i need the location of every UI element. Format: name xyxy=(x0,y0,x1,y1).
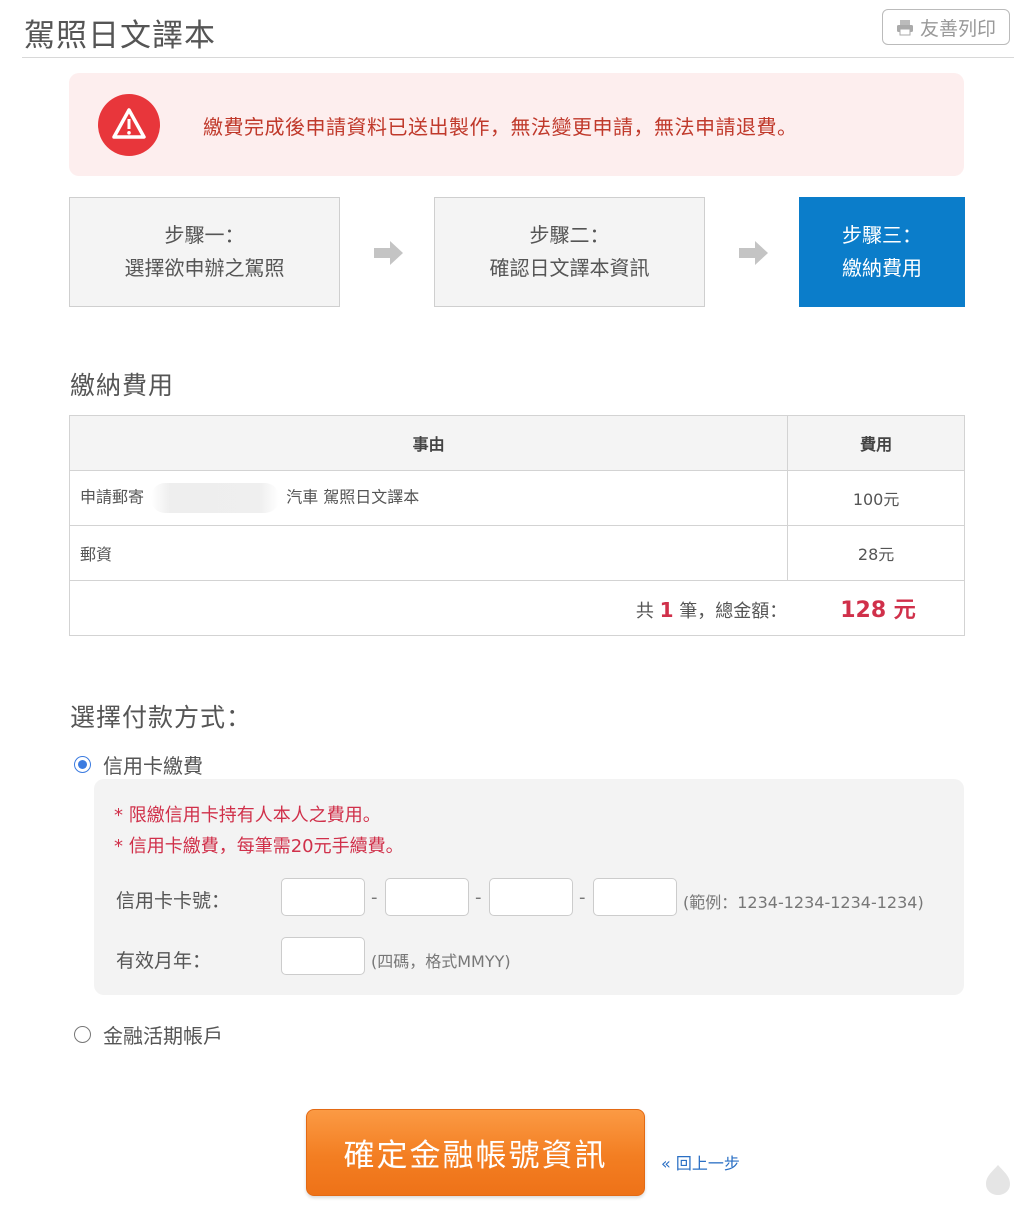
step-2-desc: 確認日文譯本資訊 xyxy=(489,256,650,280)
fee-item-prefix: 申請郵寄 xyxy=(80,487,145,507)
fee-amount-cell: 100元 xyxy=(787,470,965,526)
card-number-hint: (範例：1234-1234-1234-1234) xyxy=(683,893,924,912)
total-row: 共 1 筆，總金額： 128 元 xyxy=(69,580,965,636)
redacted-area xyxy=(151,483,280,513)
total-count: 1 xyxy=(659,598,674,622)
dash-separator: - xyxy=(579,887,586,908)
table-row: 申請郵寄 汽車 駕照日文譯本 100元 xyxy=(68,470,965,526)
step-2-title: 步驟二： xyxy=(529,223,610,247)
step-3-desc: 繳納費用 xyxy=(842,256,922,280)
page-title: 駕照日文譯本 xyxy=(24,18,216,54)
table-row: 郵資 28元 xyxy=(68,525,965,581)
fee-item-prefix: 郵資 xyxy=(80,545,113,564)
expiry-hint: (四碼，格式MMYY) xyxy=(371,952,511,971)
column-header-item: 事由 xyxy=(68,415,789,471)
payment-section-title: 選擇付款方式： xyxy=(70,703,253,732)
payment-option-label: 信用卡繳費 xyxy=(103,754,203,778)
step-1-title: 步驟一： xyxy=(164,223,245,247)
fee-amount-cell: 28元 xyxy=(787,525,965,581)
total-prefix: 共 xyxy=(635,601,654,622)
arrow-right-icon xyxy=(374,241,403,265)
card-number-input-1[interactable] xyxy=(281,878,365,916)
step-3: 步驟三： 繳納費用 xyxy=(799,197,965,307)
confirm-bank-info-button[interactable]: 確定金融帳號資訊 xyxy=(306,1109,645,1196)
page-header: 駕照日文譯本 友善列印 xyxy=(22,0,1014,58)
total-cell: 共 1 筆，總金額： 128 元 xyxy=(69,580,965,636)
table-header-row: 事由 費用 xyxy=(68,415,965,471)
total-middle: 筆，總金額： xyxy=(679,601,788,622)
radio-button-checked[interactable] xyxy=(74,756,91,773)
column-header-fee: 費用 xyxy=(787,415,965,471)
card-number-input-4[interactable] xyxy=(593,878,677,916)
payment-option-bank-account[interactable]: 金融活期帳戶 xyxy=(74,1020,223,1049)
card-number-label: 信用卡卡號： xyxy=(116,890,231,912)
step-1: 步驟一： 選擇欲申辦之駕照 xyxy=(69,197,340,307)
dash-separator: - xyxy=(371,887,378,908)
back-link[interactable]: « 回上一步 xyxy=(661,1150,740,1174)
card-number-input-2[interactable] xyxy=(385,878,469,916)
printer-icon xyxy=(896,20,913,36)
step-2: 步驟二： 確認日文譯本資訊 xyxy=(434,197,705,307)
radio-button-unchecked[interactable] xyxy=(74,1026,91,1043)
payment-option-label: 金融活期帳戶 xyxy=(103,1024,223,1048)
fees-table: 事由 費用 申請郵寄 汽車 駕照日文譯本 100元 郵資 28元 共 1 筆，總… xyxy=(68,415,965,636)
note-line: * 限繳信用卡持有人本人之費用。 xyxy=(114,805,381,826)
fee-item-cell: 郵資 xyxy=(68,525,789,581)
step-1-desc: 選擇欲申辦之駕照 xyxy=(124,256,285,280)
print-label: 友善列印 xyxy=(919,17,996,40)
warning-alert: 繳費完成後申請資料已送出製作，無法變更申請，無法申請退費。 xyxy=(69,73,964,176)
payment-option-credit-card[interactable]: 信用卡繳費 xyxy=(74,750,203,779)
fee-item-suffix: 汽車 駕照日文譯本 xyxy=(286,487,420,507)
step-3-title: 步驟三： xyxy=(842,223,922,247)
print-button[interactable]: 友善列印 xyxy=(882,9,1010,45)
fees-section-title: 繳納費用 xyxy=(70,371,175,400)
dash-separator: - xyxy=(475,887,482,908)
watermark-icon xyxy=(986,1165,1010,1195)
fee-item-cell: 申請郵寄 汽車 駕照日文譯本 xyxy=(68,470,789,526)
expiry-input[interactable] xyxy=(281,937,365,975)
arrow-right-icon xyxy=(739,241,768,265)
credit-card-panel: * 限繳信用卡持有人本人之費用。 * 信用卡繳費，每筆需20元手續費。 信用卡卡… xyxy=(94,779,964,995)
total-amount: 128 元 xyxy=(840,598,916,623)
warning-icon xyxy=(98,94,160,156)
expiry-label: 有效月年： xyxy=(116,950,212,972)
note-line: * 信用卡繳費，每筆需20元手續費。 xyxy=(114,836,404,857)
card-number-input-3[interactable] xyxy=(489,878,573,916)
alert-message: 繳費完成後申請資料已送出製作，無法變更申請，無法申請退費。 xyxy=(203,115,798,139)
